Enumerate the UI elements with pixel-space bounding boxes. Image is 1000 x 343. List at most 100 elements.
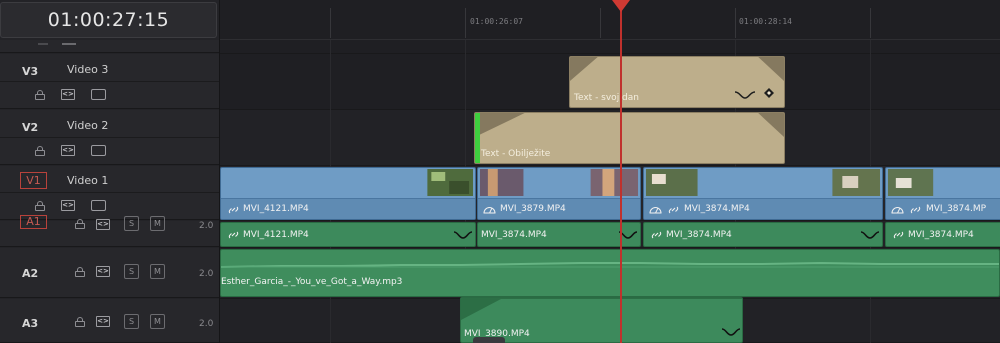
audio-clip[interactable]: MVI_3874.MP4 <box>885 222 1000 247</box>
lock-icon[interactable] <box>75 219 85 229</box>
track-header-a3[interactable]: A3 <> S M 2.0 <box>0 299 219 343</box>
link-icon <box>228 231 239 239</box>
video-clip[interactable]: MVI_3874.MP4 <box>643 167 883 220</box>
mute-button[interactable]: M <box>150 314 165 329</box>
timeline-ruler[interactable]: 01:00:26:07 01:00:28:14 <box>220 0 1000 40</box>
auto-select-icon[interactable]: <> <box>61 145 75 156</box>
track-name[interactable]: Video 3 <box>67 63 108 76</box>
solo-button[interactable]: S <box>124 216 139 231</box>
clip-thumbnail <box>427 169 474 196</box>
video-clip[interactable]: MVI_3874.MP <box>885 167 1000 220</box>
track-header-hidden <box>0 40 219 53</box>
clip-thumbnail <box>479 169 639 196</box>
speed-change-icon <box>891 207 904 214</box>
lock-icon[interactable] <box>35 146 45 156</box>
lock-icon[interactable] <box>35 90 45 100</box>
mute-button[interactable]: M <box>150 264 165 279</box>
track-id: A2 <box>22 267 39 280</box>
track-header-v1[interactable]: V1 Video 1 <> <box>0 166 219 220</box>
clip-thumbnail <box>645 169 881 196</box>
monitor-icon[interactable] <box>91 200 106 211</box>
monitor-icon[interactable] <box>91 145 106 156</box>
solo-button[interactable]: S <box>124 314 139 329</box>
track-header-a1[interactable]: A1 <> S M 2.0 <box>0 215 219 247</box>
audio-clip[interactable]: MVI_3874.MP4 <box>643 222 883 247</box>
link-icon <box>651 231 662 239</box>
auto-select-icon[interactable]: <> <box>96 219 110 230</box>
clip-label-bar: MVI_3874.MP4 <box>644 198 882 219</box>
lock-icon[interactable] <box>75 267 85 277</box>
clip-label-bar: MVI_3874.MP <box>886 198 1000 219</box>
ruler-tick <box>600 8 601 38</box>
track-level: 2.0 <box>199 319 214 329</box>
fade-handle <box>461 298 742 320</box>
solo-button[interactable]: S <box>124 264 139 279</box>
clip-label-bar: MVI_3879.MP4 <box>478 198 640 219</box>
ruler-label: 01:00:26:07 <box>470 17 523 26</box>
ruler-tick <box>870 8 871 38</box>
playhead-handle[interactable] <box>612 0 630 12</box>
track-id: A1 <box>20 215 47 229</box>
audio-clip-music[interactable]: Esther_Garcia_-_You_ve_Got_a_Way.mp3 <box>220 249 1000 297</box>
clip-thumbnail <box>887 169 934 196</box>
auto-select-icon[interactable]: <> <box>96 266 110 277</box>
track-controls: <> <box>0 81 219 108</box>
track-header-v3[interactable]: V3 Video 3 <> <box>0 54 219 109</box>
keyframe-diamond-icon[interactable] <box>764 88 774 98</box>
auto-select-icon[interactable]: <> <box>61 89 75 100</box>
link-icon <box>893 231 904 239</box>
clip-name: MVI_3874.MP4 <box>684 204 750 214</box>
ruler-tick <box>330 8 331 38</box>
ruler-tick <box>465 8 466 38</box>
clip-name: Esther_Garcia_-_You_ve_Got_a_Way.mp3 <box>221 277 403 287</box>
lock-icon[interactable] <box>35 201 45 211</box>
timecode-text: 01:00:27:15 <box>47 9 170 31</box>
track-level: 2.0 <box>199 221 214 231</box>
auto-select-icon[interactable]: <> <box>61 200 75 211</box>
link-icon <box>668 206 679 214</box>
lock-icon[interactable] <box>75 317 85 327</box>
video-clip[interactable]: MVI_4121.MP4 <box>220 167 476 220</box>
timecode-display[interactable]: 01:00:27:15 <box>0 2 217 38</box>
title-clip-v2[interactable]: Text - Obilježite <box>474 112 785 164</box>
track-name[interactable]: Video 2 <box>67 119 108 132</box>
speed-change-icon <box>649 207 662 214</box>
link-icon <box>910 206 921 214</box>
keyframe-curve-icon[interactable] <box>453 229 473 240</box>
track-id-selected[interactable]: V1 <box>20 172 47 189</box>
mute-button[interactable]: M <box>150 216 165 231</box>
clip-name: MVI_3879.MP4 <box>500 204 566 214</box>
video-clip[interactable]: MVI_3879.MP4 <box>477 167 641 220</box>
clip-name: MVI_3874.MP4 <box>481 230 547 240</box>
keyframe-curve-icon[interactable] <box>721 326 741 337</box>
track-header-v2[interactable]: V2 Video 2 <> <box>0 110 219 165</box>
ruler-tick <box>735 8 736 38</box>
audio-clip[interactable]: MVI_3874.MP4 <box>477 222 641 247</box>
track-id: V3 <box>22 65 39 78</box>
keyframe-curve-icon[interactable] <box>734 88 756 100</box>
track-name[interactable]: Video 1 <box>67 174 108 187</box>
lock-icon[interactable] <box>38 43 48 45</box>
clip-name: MVI_3874.MP <box>926 204 987 214</box>
track-header-panel: 01:00:27:15 V3 Video 3 <> V2 Video 2 <> … <box>0 0 220 343</box>
ruler-label: 01:00:28:14 <box>739 17 792 26</box>
clip-name: Text - Obilježite <box>481 149 551 159</box>
auto-select-icon[interactable]: <> <box>96 316 110 327</box>
title-clip-v3[interactable]: Text - svoj dan <box>569 56 785 108</box>
clip-name: MVI_4121.MP4 <box>243 230 309 240</box>
timeline-area[interactable]: 01:00:26:07 01:00:28:14 Text - svoj dan <box>220 0 1000 343</box>
audio-clip[interactable]: MVI_4121.MP4 <box>220 222 476 247</box>
clip-label-bar: MVI_4121.MP4 <box>221 198 475 219</box>
speed-change-icon <box>483 207 496 214</box>
playhead-line[interactable] <box>620 0 622 343</box>
monitor-icon[interactable] <box>62 43 76 45</box>
keyframe-curve-icon[interactable] <box>860 229 880 240</box>
clip-name: Text - svoj dan <box>574 93 639 103</box>
monitor-icon[interactable] <box>91 89 106 100</box>
transition-marker[interactable] <box>475 113 480 163</box>
scroll-handle[interactable] <box>473 337 505 343</box>
track-level: 2.0 <box>199 269 214 279</box>
audio-waveform <box>221 261 999 268</box>
clip-name: MVI_3874.MP4 <box>666 230 732 240</box>
track-header-a2[interactable]: A2 <> S M 2.0 <box>0 248 219 298</box>
